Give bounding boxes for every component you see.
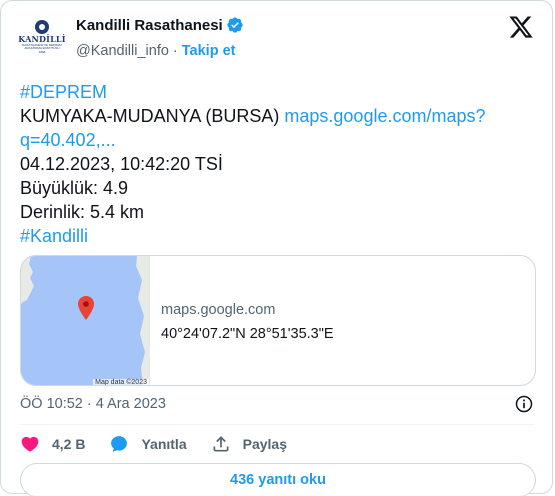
author-handle[interactable]: @Kandilli_info: [76, 43, 169, 59]
share-button[interactable]: Paylaş: [211, 434, 287, 454]
hashtag-kandilli[interactable]: #Kandilli: [20, 226, 88, 246]
tweet-timestamp[interactable]: ÖÖ 10:52 · 4 Ara 2023: [20, 396, 166, 412]
avatar-logo-subtext: RASATHANESİ VE DEPREM ARAŞTIRMA ENSTİTÜS…: [22, 42, 62, 54]
like-button[interactable]: 4,2 B: [20, 434, 85, 454]
maps-link-part2[interactable]: q=40.402,...: [20, 130, 116, 150]
action-bar: 4,2 B Yanıtla Paylaş: [20, 434, 311, 454]
separator-dot: ·: [172, 43, 178, 59]
datetime-text: 04.12.2023, 10:42:20 TSİ: [20, 154, 223, 174]
depth-text: Derinlik: 5.4 km: [20, 202, 145, 222]
follow-button[interactable]: Takip et: [182, 43, 236, 59]
location-text: KUMYAKA-MUDANYA (BURSA): [20, 106, 280, 126]
avatar[interactable]: KANDİLLİ RASATHANESİ VE DEPREM ARAŞTIRMA…: [18, 13, 66, 61]
map-pin-icon: [78, 296, 94, 320]
divider: [20, 424, 534, 425]
link-info: maps.google.com 40°24'07.2"N 28°51'35.3"…: [150, 256, 334, 385]
read-replies-button[interactable]: 436 yanıtı oku: [20, 463, 536, 496]
share-icon: [213, 436, 229, 452]
link-domain: maps.google.com: [161, 302, 276, 318]
map-credit: Map data ©2023: [93, 379, 149, 386]
link-preview-card[interactable]: Map data ©2023 maps.google.com 40°24'07.…: [20, 255, 536, 386]
author-display-name[interactable]: Kandilli Rasathanesi: [76, 17, 223, 34]
reply-label: Yanıtla: [141, 436, 187, 452]
reply-button[interactable]: Yanıtla: [109, 434, 187, 454]
share-label: Paylaş: [242, 436, 287, 452]
hashtag-deprem[interactable]: #DEPREM: [20, 82, 107, 102]
map-land-shape: [21, 256, 150, 385]
magnitude-text: Büyüklük: 4.9: [20, 178, 129, 198]
observatory-emblem-icon: [35, 19, 49, 34]
like-count: 4,2 B: [52, 436, 86, 452]
tweet-text: #DEPREM KUMYAKA-MUDANYA (BURSA) maps.goo…: [20, 80, 540, 248]
info-icon[interactable]: [514, 394, 534, 414]
author-handle-row: @Kandilli_info · Takip et: [76, 43, 235, 59]
link-coordinates: 40°24'07.2"N 28°51'35.3"E: [161, 326, 334, 342]
author-name-row: Kandilli Rasathanesi: [76, 16, 244, 34]
tweet-card: KANDİLLİ RASATHANESİ VE DEPREM ARAŞTIRMA…: [0, 0, 553, 496]
heart-icon: [21, 436, 39, 452]
reply-bubble-icon: [111, 436, 128, 452]
x-logo-icon[interactable]: [508, 14, 534, 40]
map-thumbnail: Map data ©2023: [21, 256, 150, 386]
verified-badge-icon: [227, 17, 243, 33]
maps-link-part1[interactable]: maps.google.com/maps?: [284, 106, 485, 126]
